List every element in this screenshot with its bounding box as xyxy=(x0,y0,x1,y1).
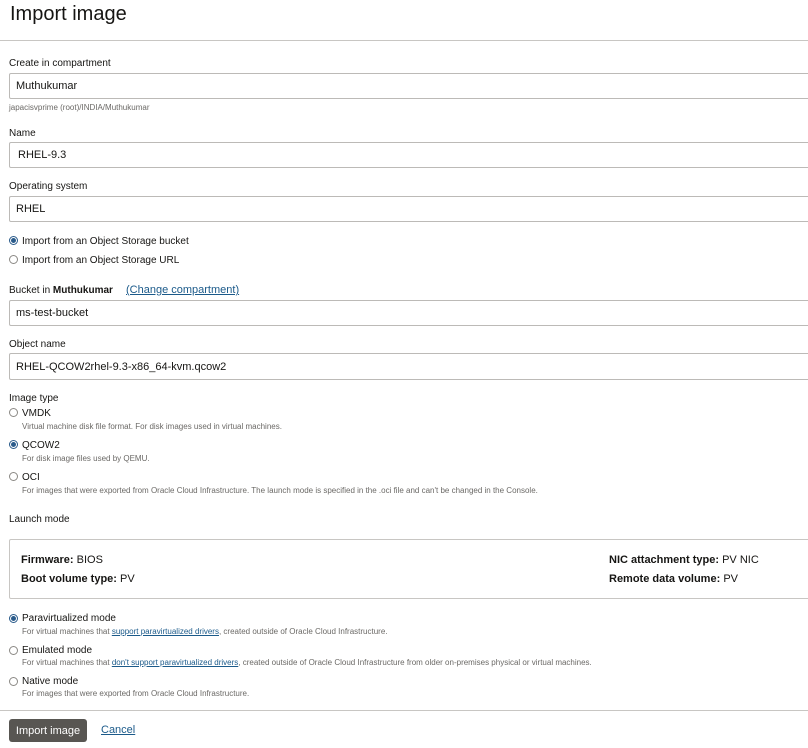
image-type-vmdk-radio[interactable] xyxy=(9,408,18,417)
native-radio[interactable] xyxy=(9,677,18,686)
remote-volume-key: Remote data volume: xyxy=(609,573,721,585)
compartment-value: Muthukumar xyxy=(16,80,78,92)
compartment-path: japacisvprime (root)/INDIA/Muthukumar xyxy=(9,103,150,112)
image-type-oci-desc: For images that were exported from Oracl… xyxy=(22,486,538,495)
change-compartment-link[interactable]: (Change compartment) xyxy=(126,284,239,296)
emulated-desc-post: , created outside of Oracle Cloud Infras… xyxy=(238,658,592,667)
firmware-key: Firmware: xyxy=(21,554,74,566)
os-value: RHEL xyxy=(16,203,46,215)
emulated-desc: For virtual machines that don't support … xyxy=(22,658,592,667)
boot-volume-row: Boot volume type: PV xyxy=(21,573,135,585)
image-type-qcow2-desc: For disk image files used by QEMU. xyxy=(22,454,150,463)
image-type-qcow2-radio[interactable] xyxy=(9,440,18,449)
os-select[interactable]: RHEL xyxy=(9,196,808,222)
boot-volume-key: Boot volume type: xyxy=(21,573,117,585)
source-bucket-radio[interactable] xyxy=(9,236,18,245)
object-select[interactable]: RHEL-QCOW2rhel-9.3-x86_64-kvm.qcow2 xyxy=(9,353,808,380)
page-header: Import image xyxy=(0,0,808,41)
remote-volume-row: Remote data volume: PV xyxy=(609,573,738,585)
image-type-vmdk-label: VMDK xyxy=(22,408,51,419)
paravirtualized-desc: For virtual machines that support paravi… xyxy=(22,627,388,636)
image-type-label: Image type xyxy=(9,393,59,404)
source-url-label: Import from an Object Storage URL xyxy=(22,255,180,266)
launch-mode-label: Launch mode xyxy=(9,514,70,525)
nic-value: PV NIC xyxy=(722,554,759,566)
bucket-label-prefix: Bucket in xyxy=(9,285,51,296)
emulated-desc-pre: For virtual machines that xyxy=(22,658,112,667)
source-bucket-label: Import from an Object Storage bucket xyxy=(22,236,189,247)
support-pv-drivers-link[interactable]: support paravirtualized drivers xyxy=(112,627,219,636)
source-url-radio[interactable] xyxy=(9,255,18,264)
nic-row: NIC attachment type: PV NIC xyxy=(609,554,759,566)
cancel-link[interactable]: Cancel xyxy=(101,724,135,736)
os-label: Operating system xyxy=(9,181,88,192)
native-label: Native mode xyxy=(22,676,79,687)
compartment-select[interactable]: Muthukumar xyxy=(9,73,808,99)
page-title: Import image xyxy=(10,3,127,25)
object-label: Object name xyxy=(9,339,66,350)
native-desc: For images that were exported from Oracl… xyxy=(22,689,250,698)
firmware-row: Firmware: BIOS xyxy=(21,554,103,566)
name-value: RHEL-9.3 xyxy=(18,149,67,161)
emulated-radio[interactable] xyxy=(9,646,18,655)
bucket-label: Bucket in Muthukumar xyxy=(9,285,113,296)
name-label: Name xyxy=(9,128,36,139)
import-image-button[interactable]: Import image xyxy=(9,719,87,742)
dont-support-pv-drivers-link[interactable]: don't support paravirtualized drivers xyxy=(112,658,238,667)
paravirtualized-desc-post: , created outside of Oracle Cloud Infras… xyxy=(218,627,388,636)
bucket-compartment: Muthukumar xyxy=(52,285,113,296)
bucket-value: ms-test-bucket xyxy=(16,307,89,319)
emulated-label: Emulated mode xyxy=(22,645,93,656)
image-type-oci-radio[interactable] xyxy=(9,472,18,481)
bucket-select[interactable]: ms-test-bucket xyxy=(9,300,808,326)
nic-key: NIC attachment type: xyxy=(609,554,720,566)
remote-volume-value: PV xyxy=(723,573,738,585)
firmware-value: BIOS xyxy=(76,554,103,566)
compartment-label: Create in compartment xyxy=(9,58,111,69)
boot-volume-value: PV xyxy=(120,573,135,585)
image-type-oci-label: OCI xyxy=(22,472,40,483)
image-type-qcow2-label: QCOW2 xyxy=(22,440,60,451)
image-type-vmdk-desc: Virtual machine disk file format. For di… xyxy=(22,422,282,431)
paravirtualized-radio[interactable] xyxy=(9,614,18,623)
object-value: RHEL-QCOW2rhel-9.3-x86_64-kvm.qcow2 xyxy=(16,360,227,373)
paravirtualized-desc-pre: For virtual machines that xyxy=(22,627,112,636)
launch-mode-details: Firmware: BIOS Boot volume type: PV NIC … xyxy=(9,539,808,599)
name-input[interactable]: RHEL-9.3 xyxy=(9,142,808,168)
paravirtualized-label: Paravirtualized mode xyxy=(22,613,116,624)
